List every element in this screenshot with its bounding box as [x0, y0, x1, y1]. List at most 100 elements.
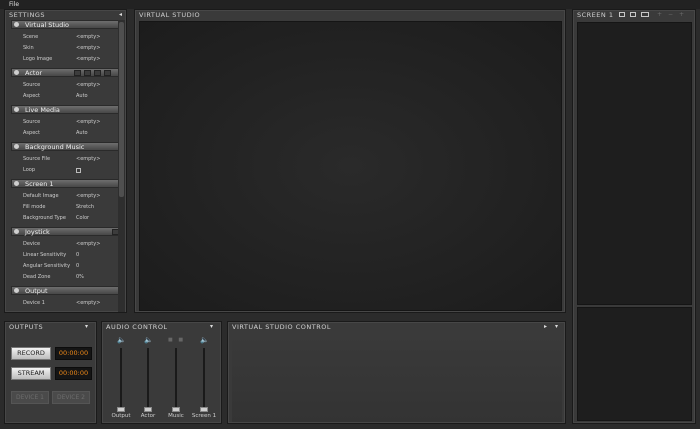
collapse-left-icon[interactable]: ◂	[119, 11, 122, 18]
volume-slider-knob[interactable]	[172, 407, 180, 412]
section-label: Output	[25, 287, 48, 295]
speaker-icon[interactable]: 🔈	[117, 336, 126, 344]
volume-track[interactable]	[120, 348, 122, 412]
outputs-panel: OUTPUTS ▾ RECORD 00:00:00 STREAM 00:00:0…	[4, 321, 97, 424]
volume-track[interactable]	[175, 348, 177, 412]
scrollbar-thumb[interactable]	[119, 22, 124, 197]
settings-row[interactable]: Loop	[11, 166, 118, 176]
speaker-icon[interactable]: 🔈	[144, 336, 153, 344]
settings-key: Dead Zone	[23, 274, 51, 280]
remove-icon: −	[668, 11, 674, 18]
settings-section-header[interactable]: Live Media	[11, 105, 118, 114]
speaker-icon[interactable]: 🔈	[200, 336, 209, 344]
section-tool-button[interactable]	[94, 70, 101, 76]
image-icon[interactable]	[619, 12, 625, 17]
section-label: Virtual Studio	[25, 21, 70, 29]
settings-key: Skin	[23, 45, 34, 51]
settings-row[interactable]: Scene <empty>	[11, 33, 118, 43]
settings-value[interactable]: 0	[76, 252, 79, 258]
section-label: Live Media	[25, 106, 60, 114]
settings-value[interactable]: <empty>	[76, 300, 100, 306]
screen1-preview-top[interactable]	[577, 22, 692, 305]
settings-row[interactable]: Aspect Auto	[11, 129, 118, 139]
virtual-studio-panel: VIRTUAL STUDIO	[134, 9, 566, 313]
expand-icon[interactable]	[14, 229, 19, 234]
volume-slider-knob[interactable]	[117, 407, 125, 412]
settings-row[interactable]: Source File <empty>	[11, 155, 118, 165]
stream-button[interactable]: STREAM	[11, 367, 51, 380]
settings-row[interactable]: Skin <empty>	[11, 44, 118, 54]
settings-key: Fill mode	[23, 204, 46, 210]
studio-canvas[interactable]	[139, 21, 562, 311]
dropdown-icon[interactable]: ▾	[85, 323, 88, 330]
volume-track[interactable]	[147, 348, 149, 412]
expand-icon[interactable]	[14, 288, 19, 293]
audio-channel: 🔈 Screen 1	[192, 334, 216, 422]
record-timer: 00:00:00	[55, 347, 92, 360]
settings-row[interactable]: Aspect Auto	[11, 92, 118, 102]
device1-button[interactable]: DEVICE 1	[11, 391, 49, 404]
settings-section-header[interactable]: Background Music	[11, 142, 118, 151]
settings-value[interactable]: <empty>	[76, 82, 100, 88]
expand-icon[interactable]	[14, 181, 19, 186]
device2-button[interactable]: DEVICE 2	[52, 391, 90, 404]
vs-control-title: VIRTUAL STUDIO CONTROL	[232, 323, 331, 331]
settings-value[interactable]: <empty>	[76, 56, 100, 62]
expand-icon[interactable]	[14, 70, 19, 75]
settings-section-header[interactable]: Actor	[11, 68, 118, 77]
settings-value[interactable]: <empty>	[76, 45, 100, 51]
settings-scrollbar[interactable]	[118, 20, 125, 312]
settings-row[interactable]: Background Type Color	[11, 214, 118, 224]
volume-track[interactable]	[203, 348, 205, 412]
mute-toggle-icon[interactable]: ■ ■	[168, 337, 185, 343]
settings-section-header[interactable]: Virtual Studio	[11, 20, 118, 29]
settings-value[interactable]: 0%	[76, 274, 84, 280]
volume-slider-knob[interactable]	[144, 407, 152, 412]
settings-row[interactable]: Source <empty>	[11, 118, 118, 128]
expand-icon[interactable]	[14, 107, 19, 112]
settings-value[interactable]: <empty>	[76, 119, 100, 125]
settings-value[interactable]: Stretch	[76, 204, 94, 210]
record-button[interactable]: RECORD	[11, 347, 51, 360]
settings-value[interactable]: 0	[76, 263, 79, 269]
settings-value[interactable]: <empty>	[76, 34, 100, 40]
vs-control-area	[232, 333, 562, 422]
settings-row[interactable]: Dead Zone 0%	[11, 273, 118, 283]
screen1-preview-bottom[interactable]	[577, 307, 692, 421]
settings-section-header[interactable]: Screen 1	[11, 179, 118, 188]
settings-value[interactable]: Auto	[76, 130, 88, 136]
settings-list: Virtual Studio Scene <empty> Skin <empty> Log…	[8, 20, 118, 312]
settings-value[interactable]: <empty>	[76, 156, 100, 162]
dropdown-icon[interactable]: ▾	[555, 323, 558, 330]
dropdown-icon[interactable]: ▾	[210, 323, 213, 330]
section-tool-button[interactable]	[84, 70, 91, 76]
settings-row[interactable]: Linear Sensitivity 0	[11, 251, 118, 261]
settings-row[interactable]: Device <empty>	[11, 240, 118, 250]
play-icon[interactable]: ▸	[544, 323, 547, 330]
loop-checkbox[interactable]	[76, 168, 81, 173]
section-tool-button[interactable]	[74, 70, 81, 76]
expand-icon[interactable]	[14, 22, 19, 27]
settings-value[interactable]: Auto	[76, 93, 88, 99]
section-tool-button[interactable]	[104, 70, 111, 76]
settings-row[interactable]: Default Image <empty>	[11, 192, 118, 202]
camera-icon[interactable]	[641, 12, 649, 17]
settings-row[interactable]: Fill mode Stretch	[11, 203, 118, 213]
settings-key: Aspect	[23, 130, 40, 136]
audio-channel: 🔈 Output	[109, 334, 133, 422]
settings-row[interactable]: Source <empty>	[11, 81, 118, 91]
virtual-studio-control-panel: VIRTUAL STUDIO CONTROL ▸ ▾	[227, 321, 566, 424]
expand-icon[interactable]	[14, 144, 19, 149]
window-icon[interactable]	[630, 12, 636, 17]
settings-row[interactable]: Angular Sensitivity 0	[11, 262, 118, 272]
audio-control-title: AUDIO CONTROL	[106, 323, 168, 331]
settings-section-header[interactable]: Joystick	[11, 227, 118, 236]
settings-row[interactable]: Logo Image <empty>	[11, 55, 118, 65]
settings-value[interactable]: <empty>	[76, 241, 100, 247]
volume-slider-knob[interactable]	[200, 407, 208, 412]
menu-file[interactable]: File	[9, 1, 19, 8]
settings-section-header[interactable]: Output	[11, 286, 118, 295]
settings-value[interactable]: Color	[76, 215, 89, 221]
settings-value[interactable]: <empty>	[76, 193, 100, 199]
settings-row[interactable]: Device 1 <empty>	[11, 299, 118, 309]
